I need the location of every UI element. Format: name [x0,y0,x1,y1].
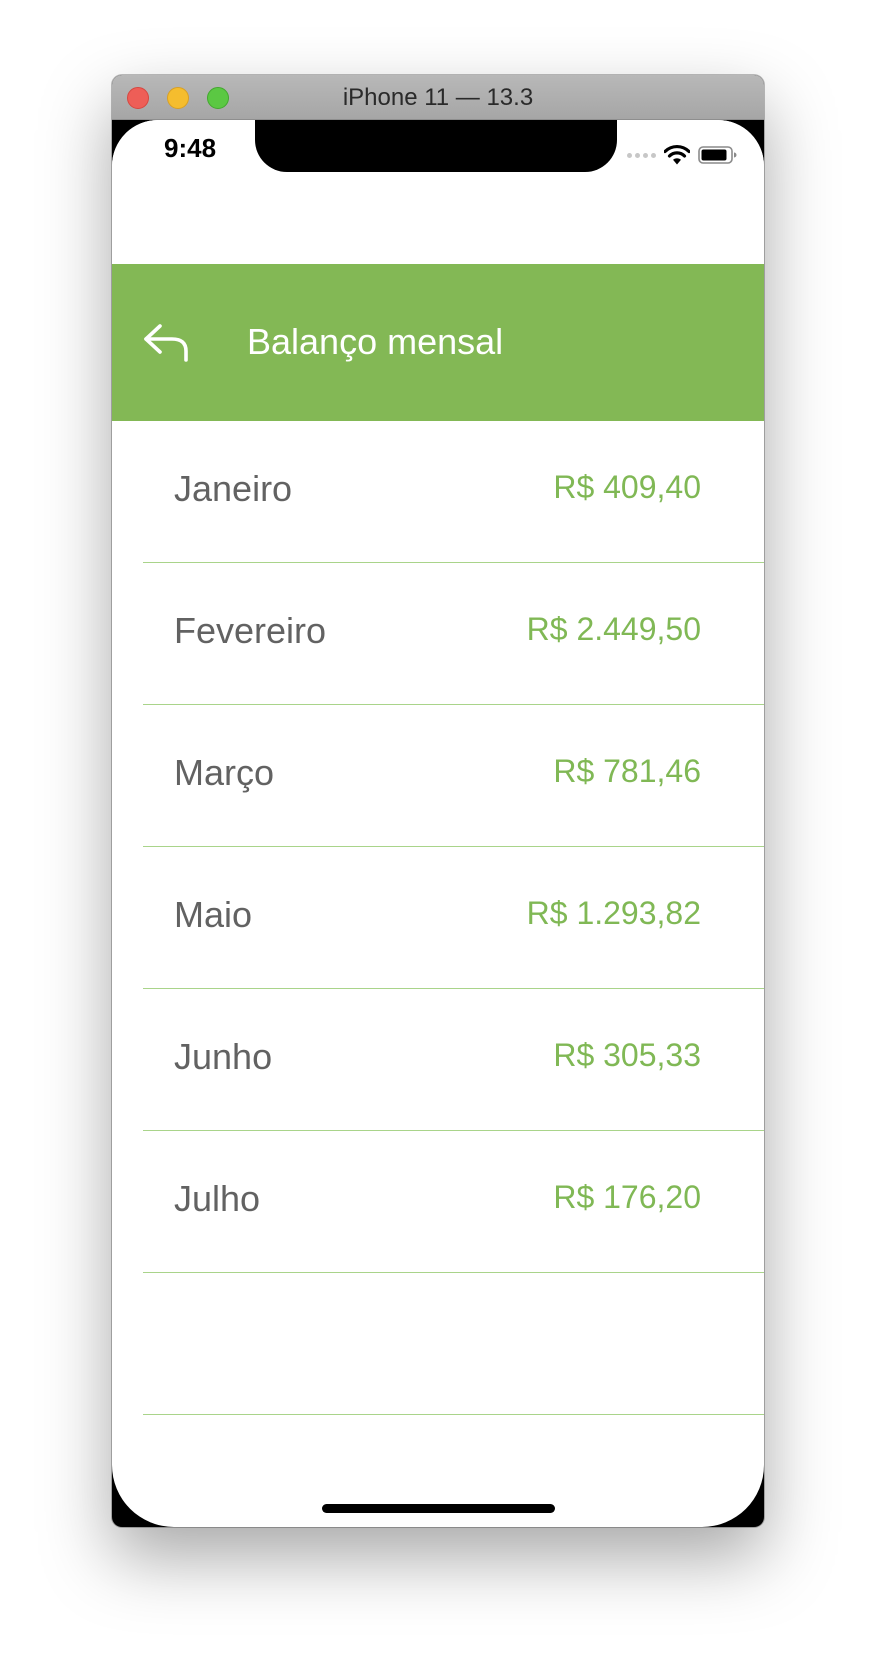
monthly-balance-list: Janeiro R$ 409,40 Fevereiro R$ 2.449,50 … [112,421,764,1415]
device-screen: 9:48 Balanço mensal Janeiro R$ 409,40 Fe… [112,120,764,1527]
month-label: Janeiro [174,468,293,509]
month-label: Julho [174,1178,261,1219]
status-icons [627,142,738,168]
month-amount: R$ 409,40 [553,469,701,505]
month-label: Março [174,752,275,793]
back-arrow-icon[interactable] [142,320,190,364]
window-titlebar: iPhone 11 — 13.3 [112,75,764,120]
list-item[interactable]: Junho R$ 305,33 [143,989,764,1131]
list-item[interactable]: Março R$ 781,46 [143,705,764,847]
empty-list-item [143,1273,764,1415]
month-label: Junho [174,1036,273,1077]
list-item[interactable]: Janeiro R$ 409,40 [143,421,764,563]
window-title: iPhone 11 — 13.3 [342,84,534,111]
navigation-bar: Balanço mensal [112,264,764,421]
device-notch [255,120,617,172]
status-bar: 9:48 [112,120,764,189]
month-amount: R$ 305,33 [553,1037,701,1073]
list-item[interactable]: Fevereiro R$ 2.449,50 [143,563,764,705]
page-title: Balanço mensal [247,321,504,362]
month-label: Fevereiro [174,610,327,651]
month-amount: R$ 2.449,50 [526,611,701,647]
cellular-signal-icon [627,152,656,158]
battery-icon [698,146,737,164]
list-item[interactable]: Maio R$ 1.293,82 [143,847,764,989]
month-amount: R$ 781,46 [553,753,701,789]
month-amount: R$ 176,20 [553,1179,701,1215]
month-label: Maio [174,894,253,935]
status-time: 9:48 [164,133,217,163]
wifi-icon [664,144,690,165]
list-item[interactable]: Julho R$ 176,20 [143,1131,764,1273]
month-amount: R$ 1.293,82 [526,895,701,931]
home-indicator[interactable] [322,1504,555,1513]
simulator-window: iPhone 11 — 13.3 9:48 Balanço mensal Jan… [112,75,764,1527]
